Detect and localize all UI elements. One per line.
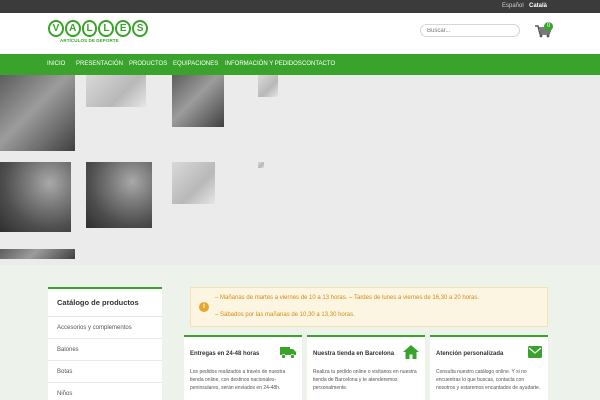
notice-line: – Sábados por las mañanas de 10,30 a 13,… bbox=[215, 312, 355, 318]
feature-card-delivery: Entregas en 24-48 horas Los pedidos real… bbox=[184, 335, 302, 400]
card-title: Entregas en 24-48 horas bbox=[190, 351, 260, 357]
gallery-photo[interactable] bbox=[0, 162, 71, 232]
nav-item-contacto[interactable]: CONTACTO bbox=[302, 54, 335, 75]
home-icon bbox=[403, 345, 419, 359]
truck-icon bbox=[280, 345, 296, 359]
info-icon: i bbox=[199, 302, 209, 312]
card-title: Nuestra tienda en Barcelona bbox=[313, 351, 395, 357]
gallery-photo[interactable] bbox=[86, 162, 152, 228]
sidebar-item-balones[interactable]: Balones bbox=[48, 339, 162, 361]
nav-item-equipaciones[interactable]: EQUIPACIONES bbox=[173, 54, 218, 75]
gallery-photo[interactable] bbox=[172, 75, 224, 127]
logo-letter: S bbox=[132, 20, 148, 37]
sidebar-item-ninos[interactable]: Niños bbox=[48, 383, 162, 400]
hero-gallery bbox=[0, 75, 600, 265]
logo-letter: L bbox=[81, 20, 98, 37]
gallery-photo[interactable] bbox=[172, 162, 215, 204]
gallery-photo[interactable] bbox=[0, 75, 75, 151]
catalog-sidebar: Catálogo de productos Accesorios y compl… bbox=[48, 287, 162, 400]
envelope-icon bbox=[528, 345, 544, 359]
logo-letter: L bbox=[98, 20, 115, 37]
logo-subtitle: ARTÍCULOS DE DEPORTE bbox=[60, 38, 119, 43]
top-bar: Español Català bbox=[0, 0, 600, 13]
gallery-photo[interactable] bbox=[258, 75, 278, 97]
logo-letter: A bbox=[64, 20, 81, 37]
gallery-photo[interactable] bbox=[0, 249, 75, 259]
logo-letter: V bbox=[48, 20, 64, 37]
opening-hours-notice: i – Mañanas de martes a viernes de 10 a … bbox=[190, 287, 548, 327]
site-logo[interactable]: V A L L E S ARTÍCULOS DE DEPORTE bbox=[48, 20, 148, 52]
site-header: V A L L E S ARTÍCULOS DE DEPORTE 0 bbox=[0, 13, 600, 54]
logo-letter: E bbox=[115, 20, 132, 37]
feature-card-support: Atención personalizada Consulta nuestro … bbox=[430, 335, 548, 400]
sidebar-item-accesorios[interactable]: Accesorios y complementos bbox=[48, 317, 162, 339]
card-text: Los pedidos realizados a través de nuest… bbox=[190, 369, 286, 391]
main-nav: INICIO PRESENTACIÓN PRODUCTOS EQUIPACION… bbox=[0, 54, 600, 75]
language-link-catala[interactable]: Català bbox=[529, 2, 547, 11]
gallery-photo[interactable] bbox=[86, 75, 146, 107]
nav-item-productos[interactable]: PRODUCTOS bbox=[129, 54, 167, 75]
card-text: Consulta nuestro catálogo online. Y si n… bbox=[436, 369, 541, 391]
card-title: Atención personalizada bbox=[436, 351, 504, 357]
nav-item-presentacion[interactable]: PRESENTACIÓN bbox=[76, 54, 123, 75]
logo-letters: V A L L E S bbox=[48, 20, 148, 37]
search-input[interactable] bbox=[420, 24, 520, 37]
cart-count-badge: 0 bbox=[544, 22, 553, 31]
nav-item-informacion-pedidos[interactable]: INFORMACIÓN Y PEDIDOS bbox=[225, 54, 302, 75]
gallery-photo[interactable] bbox=[258, 162, 264, 168]
feature-card-store: Nuestra tienda en Barcelona Realiza tu p… bbox=[307, 335, 425, 400]
card-text: Realiza tu pedido online o visítanos en … bbox=[313, 369, 417, 391]
notice-line: – Mañanas de martes a viernes de 10 a 13… bbox=[215, 295, 480, 301]
language-link-espanol[interactable]: Español bbox=[502, 2, 524, 11]
sidebar-item-botas[interactable]: Botas bbox=[48, 361, 162, 383]
nav-item-inicio[interactable]: INICIO bbox=[47, 54, 65, 75]
sidebar-title: Catálogo de productos bbox=[48, 289, 162, 317]
